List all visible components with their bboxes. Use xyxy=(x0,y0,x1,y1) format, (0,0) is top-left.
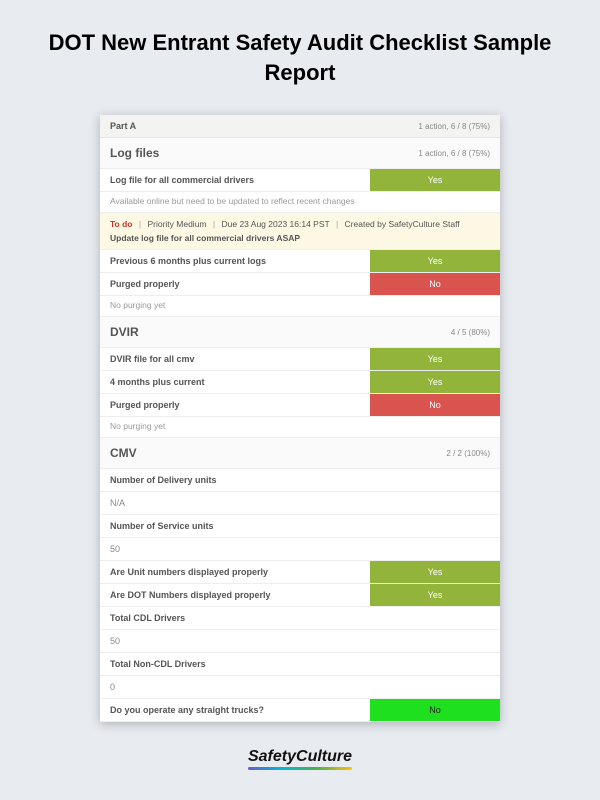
log-files-title: Log files xyxy=(110,146,159,160)
prev-6-badge: Yes xyxy=(370,250,500,272)
dvir-stats: 4 / 5 (80%) xyxy=(451,328,490,337)
todo-due: Due 23 Aug 2023 16:14 PST xyxy=(221,219,329,229)
dvir-four-badge: Yes xyxy=(370,371,500,393)
log-purged-label: Purged properly xyxy=(100,273,370,295)
log-purged-badge: No xyxy=(370,273,500,295)
dvir-file-badge: Yes xyxy=(370,348,500,370)
log-file-all-label: Log file for all commercial drivers xyxy=(100,169,370,191)
row-dvir-file: DVIR file for all cmv Yes xyxy=(100,348,500,371)
subheader-log-files: Log files 1 action, 6 / 8 (75%) xyxy=(100,138,500,169)
dvir-file-label: DVIR file for all cmv xyxy=(100,348,370,370)
brand-text: SafetyCulture xyxy=(248,748,352,765)
part-a-stats: 1 action, 6 / 8 (75%) xyxy=(418,122,490,131)
dvir-four-label: 4 months plus current xyxy=(100,371,370,393)
todo-sep-2: | xyxy=(209,219,219,229)
dvir-purged-badge: No xyxy=(370,394,500,416)
prev-6-label: Previous 6 months plus current logs xyxy=(100,250,370,272)
row-dot-nums: Are DOT Numbers displayed properly Yes xyxy=(100,584,500,607)
dvir-title: DVIR xyxy=(110,325,139,339)
unit-nums-label: Are Unit numbers displayed properly xyxy=(100,561,370,583)
todo-tag: To do xyxy=(110,219,133,229)
todo-creator: Created by SafetyCulture Staff xyxy=(345,219,460,229)
row-log-file-all: Log file for all commercial drivers Yes xyxy=(100,169,500,192)
report-card: Part A 1 action, 6 / 8 (75%) Log files 1… xyxy=(100,115,500,722)
todo-sep-3: | xyxy=(332,219,342,229)
log-purged-note: No purging yet xyxy=(100,296,500,317)
brand-underline xyxy=(248,767,352,770)
row-log-purged: Purged properly No xyxy=(100,273,500,296)
row-dvir-purged: Purged properly No xyxy=(100,394,500,417)
straight-trucks-badge: No xyxy=(370,699,500,721)
part-a-label: Part A xyxy=(110,121,136,131)
todo-block: To do | Priority Medium | Due 23 Aug 202… xyxy=(100,213,500,250)
subheader-cmv: CMV 2 / 2 (100%) xyxy=(100,438,500,469)
page-title: DOT New Entrant Safety Audit Checklist S… xyxy=(0,0,600,105)
delivery-units-value: N/A xyxy=(100,492,500,515)
subheader-dvir: DVIR 4 / 5 (80%) xyxy=(100,317,500,348)
row-straight-trucks: Do you operate any straight trucks? No xyxy=(100,699,500,722)
service-units-value: 50 xyxy=(100,538,500,561)
log-file-note: Available online but need to be updated … xyxy=(100,192,500,213)
todo-task: Update log file for all commercial drive… xyxy=(110,233,490,243)
cmv-title: CMV xyxy=(110,446,137,460)
log-files-stats: 1 action, 6 / 8 (75%) xyxy=(418,149,490,158)
service-units-label: Number of Service units xyxy=(100,515,500,538)
todo-meta: To do | Priority Medium | Due 23 Aug 202… xyxy=(110,219,490,229)
cmv-stats: 2 / 2 (100%) xyxy=(446,449,490,458)
log-file-all-badge: Yes xyxy=(370,169,500,191)
dot-nums-label: Are DOT Numbers displayed properly xyxy=(100,584,370,606)
section-part-a: Part A 1 action, 6 / 8 (75%) xyxy=(100,115,500,138)
delivery-units-label: Number of Delivery units xyxy=(100,469,500,492)
row-unit-nums: Are Unit numbers displayed properly Yes xyxy=(100,561,500,584)
dvir-purged-note: No purging yet xyxy=(100,417,500,438)
non-cdl-label: Total Non-CDL Drivers xyxy=(100,653,500,676)
unit-nums-badge: Yes xyxy=(370,561,500,583)
cdl-value: 50 xyxy=(100,630,500,653)
brand-logo: SafetyCulture xyxy=(248,748,352,770)
non-cdl-value: 0 xyxy=(100,676,500,699)
todo-priority: Priority Medium xyxy=(147,219,206,229)
dvir-purged-label: Purged properly xyxy=(100,394,370,416)
dot-nums-badge: Yes xyxy=(370,584,500,606)
row-prev-6: Previous 6 months plus current logs Yes xyxy=(100,250,500,273)
cdl-label: Total CDL Drivers xyxy=(100,607,500,630)
straight-trucks-label: Do you operate any straight trucks? xyxy=(100,699,370,721)
row-dvir-four: 4 months plus current Yes xyxy=(100,371,500,394)
todo-sep-1: | xyxy=(135,219,145,229)
